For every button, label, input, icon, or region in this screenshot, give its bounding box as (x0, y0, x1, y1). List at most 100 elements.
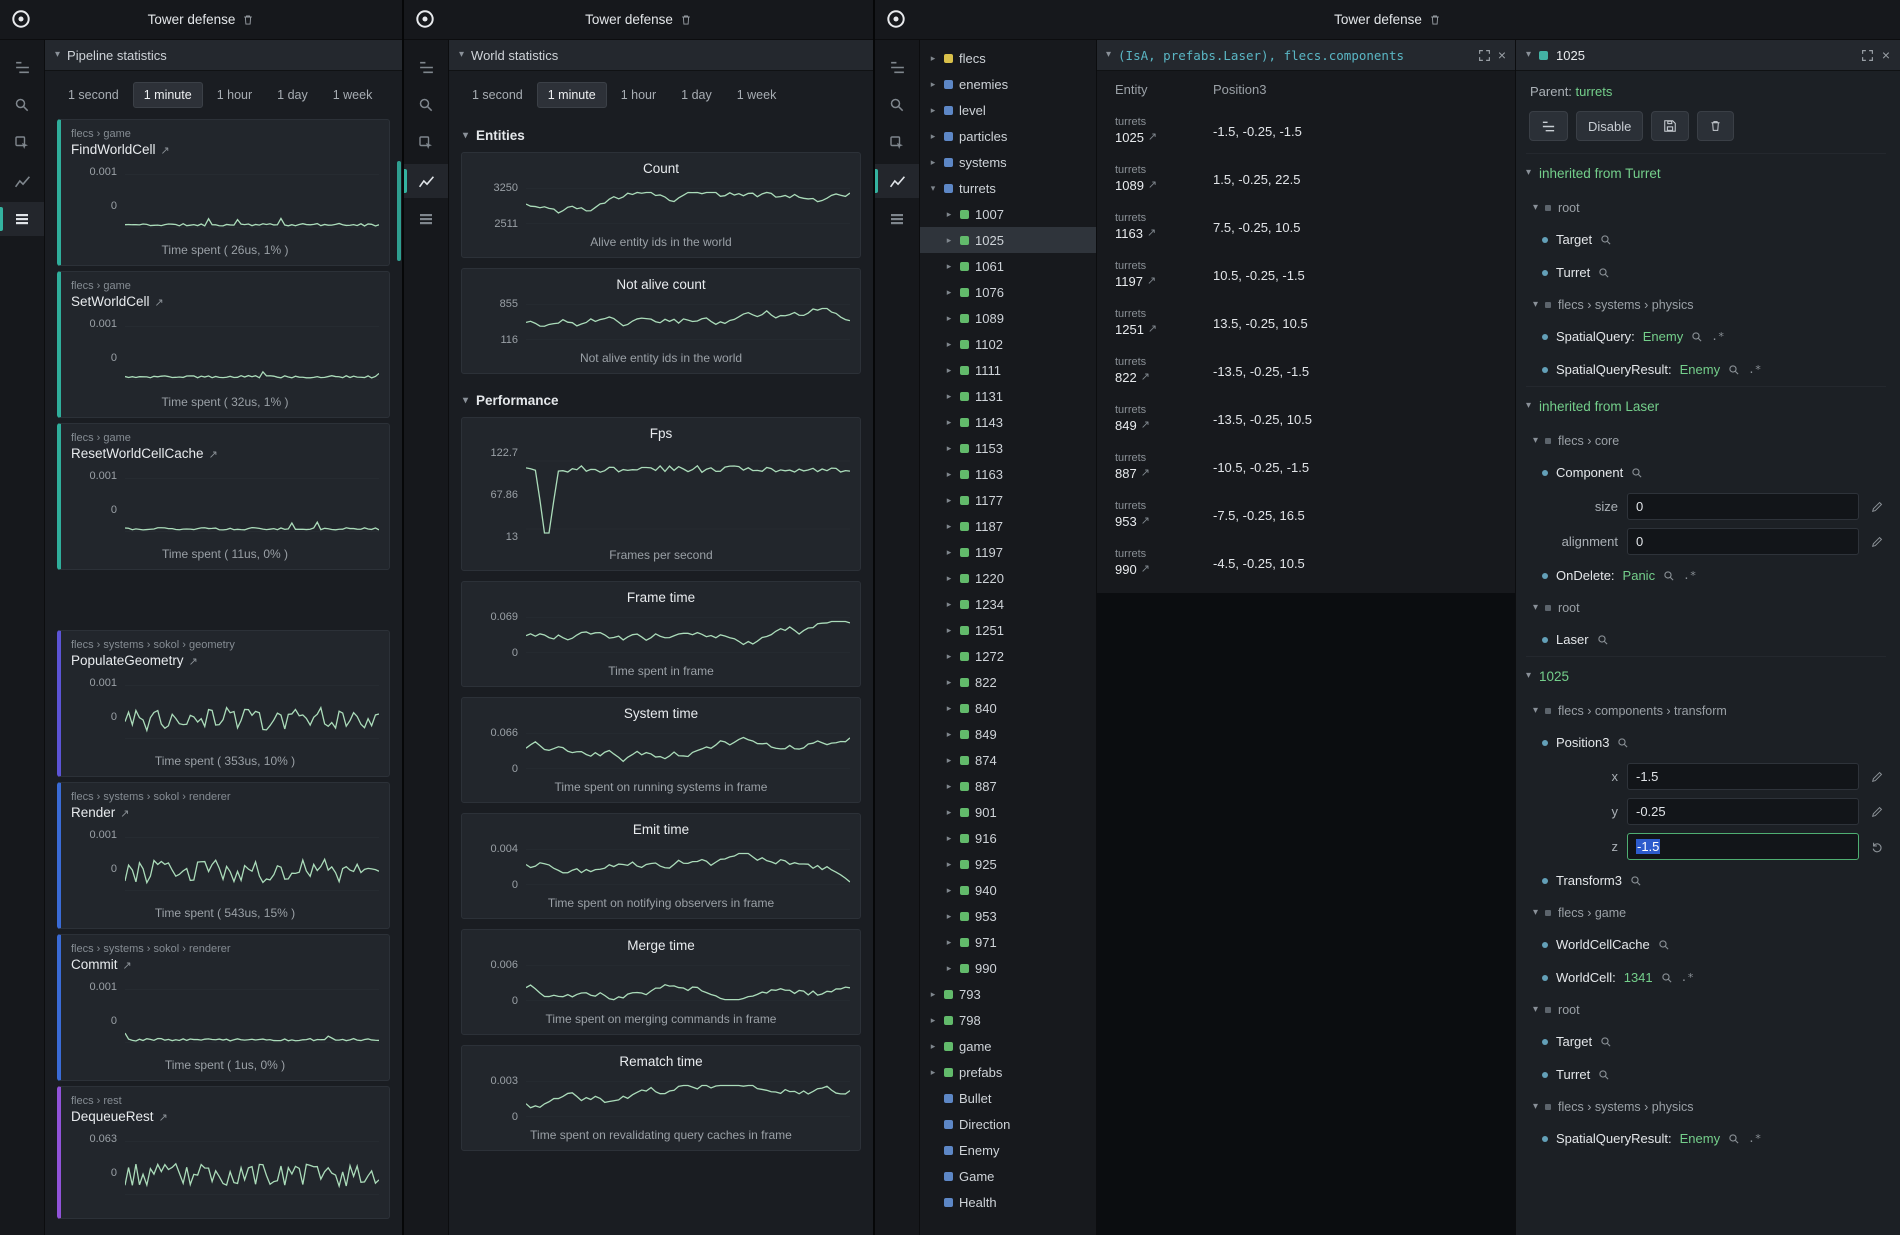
chevron-right-icon[interactable]: ▸ (928, 79, 938, 90)
tree-view-button[interactable] (1529, 111, 1568, 141)
y-input[interactable]: -0.25 (1627, 798, 1859, 825)
chevron-right-icon[interactable]: ▸ (944, 833, 954, 844)
chevron-right-icon[interactable]: ▸ (928, 1015, 938, 1026)
tree-item-990[interactable]: ▸990 (920, 955, 1096, 981)
section-header-performance[interactable]: ▾Performance (461, 384, 861, 417)
wildcard-icon[interactable]: .* (1748, 1132, 1761, 1145)
query-magnifier-icon[interactable] (1617, 737, 1629, 749)
query-magnifier-icon[interactable] (1598, 1069, 1610, 1081)
query-magnifier-icon[interactable] (1630, 875, 1642, 887)
inspector-icon[interactable] (0, 126, 44, 160)
tree-item-1251[interactable]: ▸1251 (920, 617, 1096, 643)
search-icon[interactable] (0, 88, 44, 122)
chevron-right-icon[interactable]: ▸ (944, 625, 954, 636)
time-tab-1-week[interactable]: 1 week (322, 82, 384, 108)
inspector-icon[interactable] (404, 126, 448, 160)
entity-name-link[interactable]: 887↗ (1115, 466, 1213, 482)
entity-name-link[interactable]: 1089↗ (1115, 178, 1213, 194)
time-tab-1-day[interactable]: 1 day (670, 82, 723, 108)
chevron-right-icon[interactable]: ▸ (928, 989, 938, 1000)
tree-item-798[interactable]: ▸798 (920, 1007, 1096, 1033)
query-magnifier-icon[interactable] (1691, 331, 1703, 343)
wildcard-icon[interactable]: .* (1683, 569, 1696, 582)
tree-item-849[interactable]: ▸849 (920, 721, 1096, 747)
trash-icon[interactable] (1429, 13, 1441, 27)
tree-item-1131[interactable]: ▸1131 (920, 383, 1096, 409)
stats-icon[interactable] (0, 164, 44, 198)
entity-name-link[interactable]: 990↗ (1115, 562, 1213, 578)
tree-item-turrets[interactable]: ▾turrets (920, 175, 1096, 201)
time-tab-1-minute[interactable]: 1 minute (537, 82, 607, 108)
query-magnifier-icon[interactable] (1631, 467, 1643, 479)
entity-name-link[interactable]: 822↗ (1115, 370, 1213, 386)
entity-name-link[interactable]: 849↗ (1115, 418, 1213, 434)
tree-item-game[interactable]: ▸game (920, 1033, 1096, 1059)
chevron-right-icon[interactable]: ▸ (944, 677, 954, 688)
chart-title-link[interactable]: SetWorldCell↗ (71, 294, 379, 309)
chevron-right-icon[interactable]: ▸ (944, 911, 954, 922)
tree-item-793[interactable]: ▸793 (920, 981, 1096, 1007)
tree-item-1025[interactable]: ▸1025 (920, 227, 1096, 253)
expand-icon[interactable] (1861, 49, 1874, 62)
section-header-entities[interactable]: ▾Entities (461, 119, 861, 152)
x-input[interactable]: -1.5 (1627, 763, 1859, 790)
chevron-right-icon[interactable]: ▸ (944, 261, 954, 272)
component-value[interactable]: Enemy (1643, 329, 1683, 344)
tree-item-1234[interactable]: ▸1234 (920, 591, 1096, 617)
close-icon[interactable]: × (1498, 48, 1506, 62)
component-value[interactable]: Enemy (1680, 362, 1720, 377)
entity-name-link[interactable]: 1197↗ (1115, 274, 1213, 290)
query-magnifier-icon[interactable] (1661, 972, 1673, 984)
tree-item-1220[interactable]: ▸1220 (920, 565, 1096, 591)
component-group-header[interactable]: ▾flecs › core (1526, 425, 1886, 456)
edit-icon[interactable] (1868, 536, 1886, 548)
chevron-right-icon[interactable]: ▸ (944, 287, 954, 298)
query-result-row[interactable]: turrets1163↗7.5, -0.25, 10.5 (1097, 203, 1515, 251)
entity-name-link[interactable]: 1163↗ (1115, 226, 1213, 242)
entities-icon[interactable] (404, 50, 448, 84)
query-result-row[interactable]: turrets990↗-4.5, -0.25, 10.5 (1097, 539, 1515, 587)
tables-icon[interactable] (0, 202, 44, 236)
edit-icon[interactable] (1868, 771, 1886, 783)
chevron-right-icon[interactable]: ▸ (944, 807, 954, 818)
chart-title-link[interactable]: DequeueRest↗ (71, 1109, 379, 1124)
chart-title-link[interactable]: ResetWorldCellCache↗ (71, 446, 379, 461)
search-icon[interactable] (404, 88, 448, 122)
wildcard-icon[interactable]: .* (1711, 330, 1724, 343)
query-magnifier-icon[interactable] (1658, 939, 1670, 951)
tree-item-1102[interactable]: ▸1102 (920, 331, 1096, 357)
chevron-down-icon[interactable]: ▾ (1106, 50, 1111, 60)
panel-header[interactable]: ▾ World statistics (449, 40, 873, 71)
panel-header[interactable]: ▾ Pipeline statistics (45, 40, 402, 71)
chevron-right-icon[interactable]: ▸ (944, 599, 954, 610)
chevron-right-icon[interactable]: ▸ (928, 157, 938, 168)
chevron-right-icon[interactable]: ▸ (944, 651, 954, 662)
tree-item-940[interactable]: ▸940 (920, 877, 1096, 903)
query-magnifier-icon[interactable] (1600, 234, 1612, 246)
chevron-right-icon[interactable]: ▸ (944, 469, 954, 480)
chevron-right-icon[interactable]: ▸ (944, 235, 954, 246)
delete-button[interactable] (1697, 111, 1734, 141)
scrollbar-thumb[interactable] (397, 161, 401, 261)
chevron-right-icon[interactable]: ▸ (928, 1041, 938, 1052)
chevron-right-icon[interactable]: ▸ (944, 859, 954, 870)
tree-item-1076[interactable]: ▸1076 (920, 279, 1096, 305)
chevron-right-icon[interactable]: ▸ (944, 885, 954, 896)
component-value[interactable]: 1341 (1624, 970, 1653, 985)
tree-item-1272[interactable]: ▸1272 (920, 643, 1096, 669)
size-input[interactable]: 0 (1627, 493, 1859, 520)
tree-item-1143[interactable]: ▸1143 (920, 409, 1096, 435)
chevron-right-icon[interactable]: ▸ (944, 417, 954, 428)
chevron-right-icon[interactable]: ▸ (928, 1067, 938, 1078)
time-tab-1-second[interactable]: 1 second (461, 82, 534, 108)
chevron-down-icon[interactable]: ▾ (1526, 50, 1531, 60)
tables-icon[interactable] (404, 202, 448, 236)
tree-item-1061[interactable]: ▸1061 (920, 253, 1096, 279)
trash-icon[interactable] (242, 13, 254, 27)
stats-icon[interactable] (875, 164, 919, 198)
chevron-right-icon[interactable]: ▸ (944, 573, 954, 584)
tree-item-1089[interactable]: ▸1089 (920, 305, 1096, 331)
chevron-right-icon[interactable]: ▸ (944, 443, 954, 454)
edit-icon[interactable] (1868, 806, 1886, 818)
component-value[interactable]: Panic (1623, 568, 1656, 583)
